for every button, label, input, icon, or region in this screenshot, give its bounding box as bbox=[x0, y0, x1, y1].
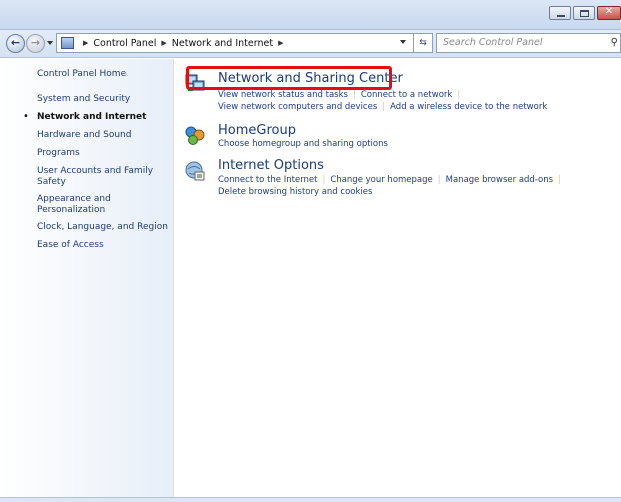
sidebar-item-system-and-security[interactable]: System and Security bbox=[37, 94, 172, 105]
task-line: Delete browsing history and cookies bbox=[218, 187, 372, 197]
close-icon: ✕ bbox=[604, 6, 614, 17]
title-bar: ✕ bbox=[0, 0, 621, 30]
task-line: Connect to the Internet | Change your home… bbox=[218, 175, 566, 185]
sidebar-item-control-panel-home[interactable]: Control Panel Home bbox=[37, 69, 172, 80]
breadcrumb-control-panel[interactable]: Control Panel bbox=[93, 38, 156, 49]
internet-options-icon bbox=[185, 161, 205, 181]
sidebar-item-user-accounts[interactable]: User Accounts and Family Safety bbox=[37, 166, 155, 188]
separator: | bbox=[352, 90, 356, 100]
main-content: Network and Sharing Center View network … bbox=[175, 59, 621, 497]
forward-arrow-icon: → bbox=[30, 36, 41, 49]
sidebar: Control Panel Home System and Security •… bbox=[0, 59, 174, 497]
breadcrumb-network-and-internet[interactable]: Network and Internet bbox=[172, 38, 273, 49]
homegroup-icon bbox=[185, 126, 205, 145]
minimize-button[interactable] bbox=[549, 6, 571, 20]
control-panel-icon bbox=[61, 37, 74, 49]
sidebar-item-programs[interactable]: Programs bbox=[37, 148, 172, 159]
search-input[interactable]: Search Control Panel ⚲ bbox=[436, 33, 621, 53]
separator: | bbox=[322, 175, 326, 185]
sidebar-item-clock-language-region[interactable]: Clock, Language, and Region bbox=[37, 222, 172, 233]
internet-options-link[interactable]: Internet Options bbox=[218, 158, 324, 173]
navigation-bar: ← → ▶ Control Panel ▶ Network and Intern… bbox=[0, 30, 621, 58]
minimize-icon bbox=[557, 15, 565, 17]
manage-browser-addons-link[interactable]: Manage browser add-ons bbox=[446, 175, 553, 185]
window-controls: ✕ bbox=[549, 6, 621, 20]
refresh-icon: ⇆ bbox=[419, 38, 427, 48]
network-and-sharing-center-link[interactable]: Network and Sharing Center bbox=[218, 71, 403, 86]
forward-button[interactable]: → bbox=[26, 34, 45, 53]
back-arrow-icon: ← bbox=[10, 36, 21, 49]
sidebar-item-network-and-internet: Network and Internet bbox=[37, 112, 147, 122]
address-dropdown[interactable] bbox=[400, 40, 406, 44]
chevron-right-icon[interactable]: ▶ bbox=[161, 39, 166, 47]
sidebar-item-hardware-and-sound[interactable]: Hardware and Sound bbox=[37, 130, 172, 141]
close-button[interactable]: ✕ bbox=[597, 6, 621, 20]
task-line: View network computers and devices | Add a… bbox=[218, 102, 547, 112]
add-wireless-device-link[interactable]: Add a wireless device to the network bbox=[390, 102, 547, 112]
change-homepage-link[interactable]: Change your homepage bbox=[330, 175, 432, 185]
separator: | bbox=[457, 90, 461, 100]
chevron-right-icon[interactable]: ▶ bbox=[278, 39, 283, 47]
connect-to-internet-link[interactable]: Connect to the Internet bbox=[218, 175, 318, 185]
current-item-bullet: • bbox=[23, 111, 29, 122]
separator: | bbox=[437, 175, 441, 185]
task-line: View network status and tasks | Connect to… bbox=[218, 90, 465, 100]
network-sharing-center-icon bbox=[185, 74, 205, 91]
separator: | bbox=[558, 175, 561, 185]
maximize-button[interactable] bbox=[573, 6, 595, 20]
refresh-button[interactable]: ⇆ bbox=[414, 33, 433, 53]
separator: | bbox=[382, 102, 386, 112]
window-bottom-border bbox=[0, 497, 621, 502]
address-bar[interactable]: ▶ Control Panel ▶ Network and Internet ▶ bbox=[56, 33, 414, 53]
connect-to-network-link[interactable]: Connect to a network bbox=[361, 90, 453, 100]
delete-browsing-history-link[interactable]: Delete browsing history and cookies bbox=[218, 187, 372, 197]
maximize-icon bbox=[580, 10, 589, 17]
search-icon[interactable]: ⚲ bbox=[611, 34, 618, 52]
choose-homegroup-options-link[interactable]: Choose homegroup and sharing options bbox=[218, 139, 388, 149]
view-network-computers-link[interactable]: View network computers and devices bbox=[218, 102, 377, 112]
recent-pages-dropdown[interactable] bbox=[47, 41, 53, 45]
back-button[interactable]: ← bbox=[6, 34, 25, 53]
homegroup-link[interactable]: HomeGroup bbox=[218, 123, 296, 138]
sidebar-item-appearance[interactable]: Appearance and Personalization bbox=[37, 194, 137, 216]
sidebar-item-ease-of-access[interactable]: Ease of Access bbox=[37, 240, 172, 251]
chevron-right-icon[interactable]: ▶ bbox=[83, 39, 88, 47]
task-line: Choose homegroup and sharing options bbox=[218, 139, 388, 149]
view-network-status-link[interactable]: View network status and tasks bbox=[218, 90, 348, 100]
